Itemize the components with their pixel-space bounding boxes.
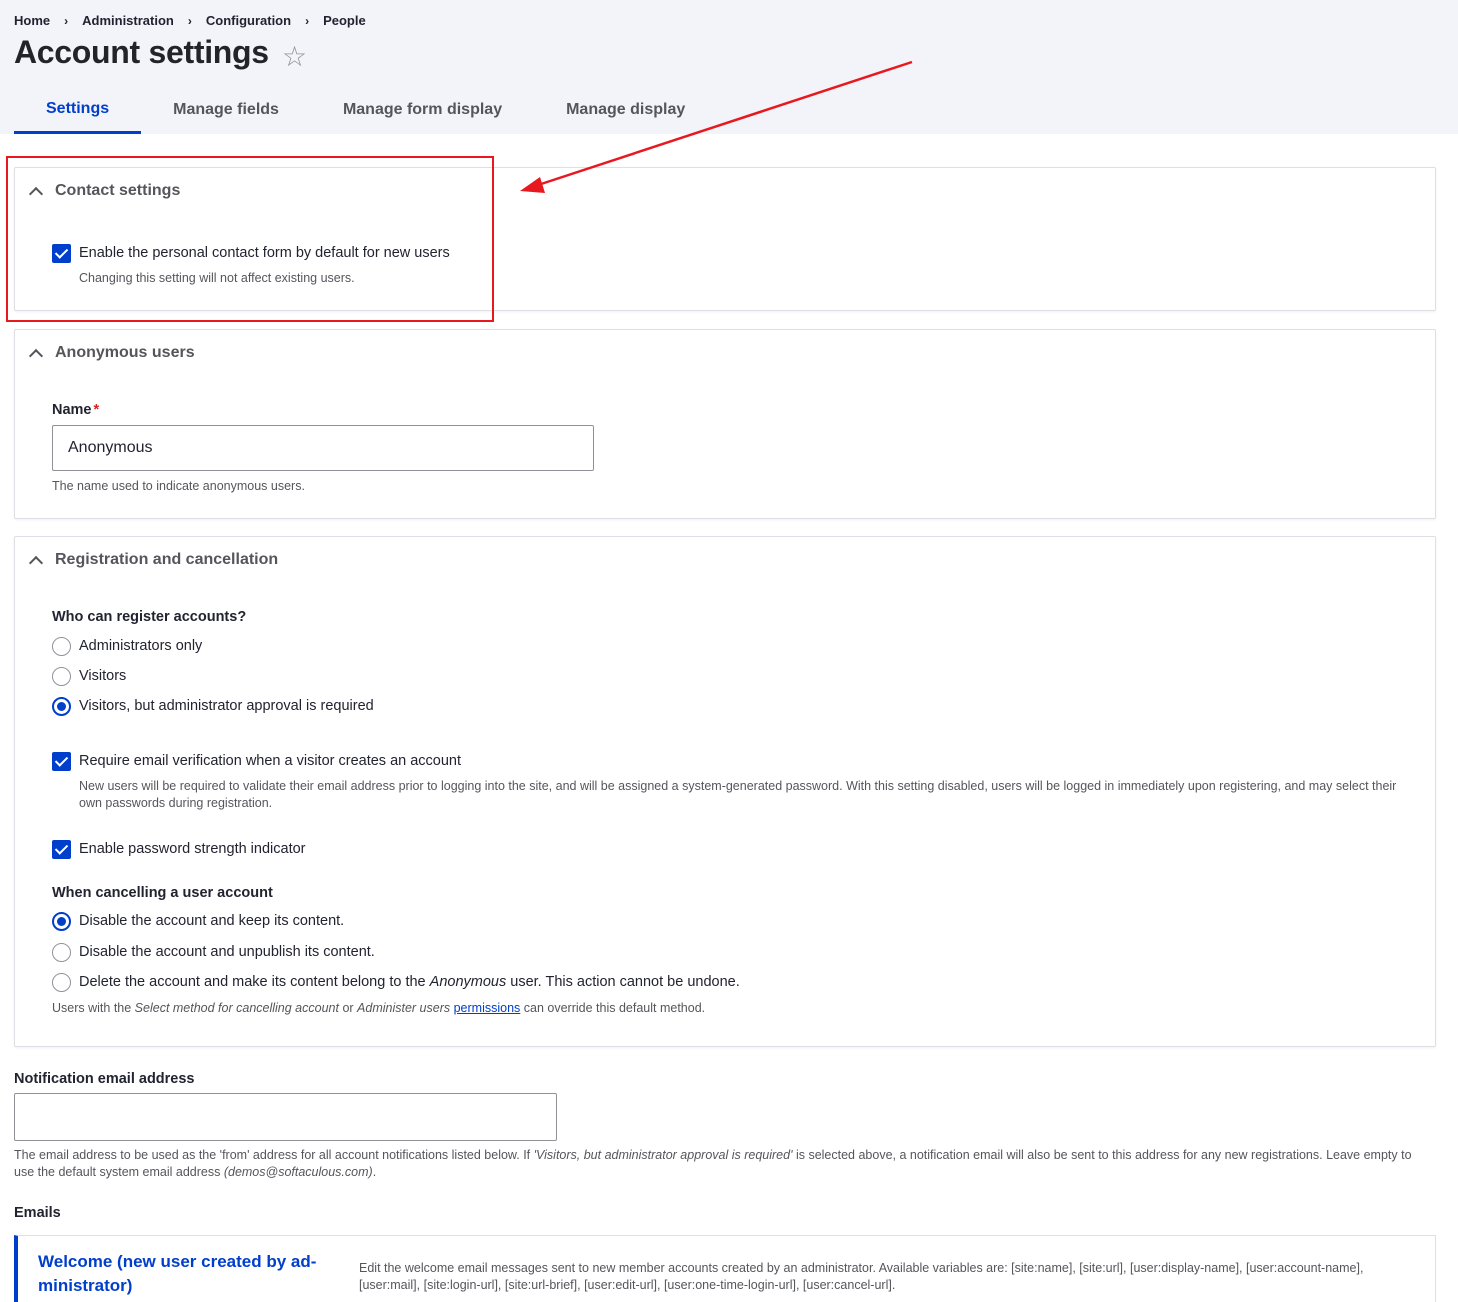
notification-help-emphasis: 'Visitors, but administrator approval is… <box>533 1148 793 1162</box>
cancel-method-help: Users with the Select method for cancell… <box>52 1000 705 1017</box>
breadcrumb-configuration[interactable]: Configuration <box>206 13 291 28</box>
radio-cancel-delete-text-end: user. This action cannot be undone. <box>506 974 740 990</box>
radio-cancel-block[interactable] <box>52 912 71 931</box>
contact-settings-toggle[interactable]: Contact settings <box>28 182 181 201</box>
radio-visitors-label[interactable]: Visitors <box>79 668 126 684</box>
cancel-help-text: can override this default method. <box>520 1001 706 1015</box>
required-mark: * <box>93 402 100 418</box>
radio-cancel-unpublish-label[interactable]: Disable the account and unpublish its co… <box>79 944 375 960</box>
radio-cancel-unpublish[interactable] <box>52 943 71 962</box>
password-strength-checkbox[interactable] <box>52 840 71 859</box>
notification-help-emphasis: (demos@softaculous.com) <box>223 1165 373 1179</box>
tabs: Settings Manage fields Manage form displ… <box>14 86 717 134</box>
contact-form-checkbox-label[interactable]: Enable the personal contact form by defa… <box>79 245 450 261</box>
registration-legend: Registration and cancellation <box>55 551 279 568</box>
radio-cancel-delete-label[interactable]: Delete the account and make its content … <box>79 974 740 990</box>
notification-email-input[interactable] <box>14 1093 557 1141</box>
breadcrumb-separator: › <box>305 13 310 28</box>
chevron-up-icon <box>28 555 44 570</box>
email-item-description: Edit the welcome email messages sent to … <box>359 1261 1364 1292</box>
email-verification-label[interactable]: Require email verification when a visito… <box>79 753 461 769</box>
contact-settings-legend: Contact settings <box>55 182 181 199</box>
email-item-welcome-admin: Welcome (new user created by ad-ministra… <box>14 1235 1436 1302</box>
anonymous-name-label-text: Name <box>52 402 92 418</box>
radio-administrators-only-label[interactable]: Administrators only <box>79 638 202 654</box>
email-verification-description: New users will be required to validate t… <box>79 779 1397 810</box>
radio-visitors-approval[interactable] <box>52 697 71 716</box>
notification-email-label: Notification email address <box>14 1071 195 1087</box>
chevron-up-icon <box>28 348 44 363</box>
radio-cancel-block-label[interactable]: Disable the account and keep its content… <box>79 913 344 929</box>
cancel-help-emphasis: Administer users <box>357 1001 451 1015</box>
email-verification-checkbox[interactable] <box>52 752 71 771</box>
registration-toggle[interactable]: Registration and cancellation <box>28 551 279 570</box>
page-header: Home › Administration › Configuration › … <box>0 0 1458 134</box>
contact-form-description: Changing this setting will not affect ex… <box>79 271 355 285</box>
tab-manage-fields[interactable]: Manage fields <box>141 86 311 134</box>
tab-settings[interactable]: Settings <box>14 86 142 134</box>
tab-manage-form-display[interactable]: Manage form display <box>311 86 534 134</box>
tab-manage-display[interactable]: Manage display <box>534 86 717 134</box>
emails-heading: Emails <box>14 1205 61 1221</box>
anonymous-name-input[interactable]: Anonymous <box>52 425 594 471</box>
email-item-title[interactable]: Welcome (new user created by ad-ministra… <box>38 1250 328 1298</box>
breadcrumb-people[interactable]: People <box>323 13 366 28</box>
radio-cancel-delete[interactable] <box>52 973 71 992</box>
radio-administrators-only[interactable] <box>52 637 71 656</box>
registration-fieldset: Registration and cancellation Who can re… <box>14 536 1436 1047</box>
notification-help-text: The email address to be used as the 'fro… <box>14 1148 534 1162</box>
password-strength-label[interactable]: Enable password strength indicator <box>79 841 306 857</box>
notification-help-text: . <box>372 1165 377 1179</box>
radio-cancel-delete-emphasis: Anonymous <box>429 974 507 990</box>
anonymous-name-description: The name used to indicate anonymous user… <box>52 479 305 493</box>
radio-visitors-approval-label[interactable]: Visitors, but administrator approval is … <box>79 698 374 714</box>
who-can-register-label: Who can register accounts? <box>52 609 247 625</box>
chevron-up-icon <box>28 186 44 201</box>
radio-cancel-delete-text: Delete the account and make its content … <box>79 974 430 990</box>
radio-visitors[interactable] <box>52 667 71 686</box>
anonymous-name-label: Name * <box>52 402 99 418</box>
contact-form-checkbox[interactable] <box>52 244 71 263</box>
breadcrumb-home[interactable]: Home <box>14 13 50 28</box>
anonymous-users-fieldset: Anonymous users Name * Anonymous The name… <box>14 329 1436 519</box>
breadcrumb-administration[interactable]: Administration <box>82 13 174 28</box>
breadcrumb: Home › Administration › Configuration › … <box>14 13 366 28</box>
star-outline-icon[interactable]: ☆ <box>282 40 307 73</box>
permissions-link[interactable]: permissions <box>454 1001 521 1015</box>
notification-email-description: The email address to be used as the 'fro… <box>14 1147 1434 1181</box>
page-title: Account settings <box>14 34 269 70</box>
cancel-help-text: or <box>338 1001 358 1015</box>
breadcrumb-separator: › <box>187 13 192 28</box>
contact-settings-fieldset: Contact settings Enable the personal con… <box>14 167 1436 311</box>
cancel-help-emphasis: Select method for cancelling account <box>134 1001 339 1015</box>
cancel-account-label: When cancelling a user account <box>52 885 273 901</box>
anonymous-users-toggle[interactable]: Anonymous users <box>28 344 195 363</box>
anonymous-users-legend: Anonymous users <box>55 344 195 361</box>
breadcrumb-separator: › <box>64 13 69 28</box>
cancel-help-text: Users with the <box>52 1001 135 1015</box>
